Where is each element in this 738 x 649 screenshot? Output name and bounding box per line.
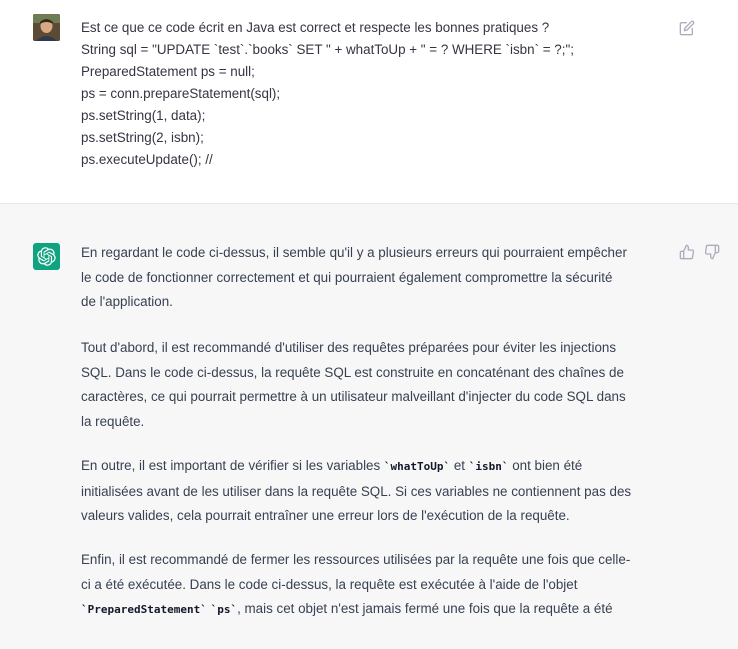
text-line: `PreparedStatement` `ps`, mais cet objet… (81, 597, 671, 623)
paragraph: En outre, il est important de vérifier s… (81, 454, 671, 529)
text-span: ont bien été (508, 458, 583, 473)
inline-code: `ps` (210, 603, 238, 616)
text-line: initialisées avant de les utiliser dans … (81, 483, 632, 499)
user-line: String sql = "UPDATE `test`.`books` SET … (81, 42, 574, 57)
paragraph: Enfin, il est recommandé de fermer les r… (81, 548, 671, 623)
assistant-message: En regardant le code ci-dessus, il sembl… (0, 204, 738, 649)
text-line: le code de fonctionner correctement et q… (81, 269, 613, 285)
user-line: ps = conn.prepareStatement(sql); (81, 86, 281, 101)
text-line: valeurs valides, cela pourrait entraîner… (81, 508, 570, 523)
inline-code: `isbn` (468, 460, 509, 473)
text-span: , mais cet objet n'est jamais fermé une … (237, 601, 613, 616)
text-line: la requête. (81, 413, 145, 429)
user-line: ps.executeUpdate(); // (81, 152, 213, 167)
user-line: ps.setString(1, data); (81, 108, 206, 123)
paragraph: Tout d'abord, il est recommandé d'utilis… (81, 336, 671, 434)
paragraph: En regardant le code ci-dessus, il sembl… (81, 241, 671, 315)
openai-logo-icon (33, 243, 60, 270)
edit-icon[interactable] (679, 20, 695, 36)
thumbs-down-icon[interactable] (704, 244, 720, 260)
text-line: En regardant le code ci-dessus, il sembl… (81, 245, 627, 260)
user-message-text: Est ce que ce code écrit en Java est cor… (81, 17, 671, 171)
text-span: En outre, il est important de vérifier s… (81, 458, 384, 473)
thumbs-up-icon[interactable] (679, 244, 695, 260)
text-line: SQL. Dans le code ci-dessus, la requête … (81, 364, 624, 380)
user-message: Est ce que ce code écrit en Java est cor… (0, 0, 738, 204)
user-line: ps.setString(2, isbn); (81, 130, 204, 145)
text-span: et (450, 458, 469, 473)
user-line: PreparedStatement ps = null; (81, 64, 255, 79)
text-line: Enfin, il est recommandé de fermer les r… (81, 552, 631, 567)
text-line: ci a été exécutée. Dans le code ci-dessu… (81, 576, 578, 592)
user-line: Est ce que ce code écrit en Java est cor… (81, 20, 550, 35)
user-avatar (33, 14, 60, 41)
inline-code: `PreparedStatement` (81, 603, 207, 616)
text-line: de l'application. (81, 294, 173, 309)
text-line: En outre, il est important de vérifier s… (81, 454, 671, 480)
text-line: Tout d'abord, il est recommandé d'utilis… (81, 340, 617, 355)
text-line: caractères, ce qui pourrait permettre à … (81, 389, 626, 404)
inline-code: `whatToUp` (383, 460, 451, 473)
